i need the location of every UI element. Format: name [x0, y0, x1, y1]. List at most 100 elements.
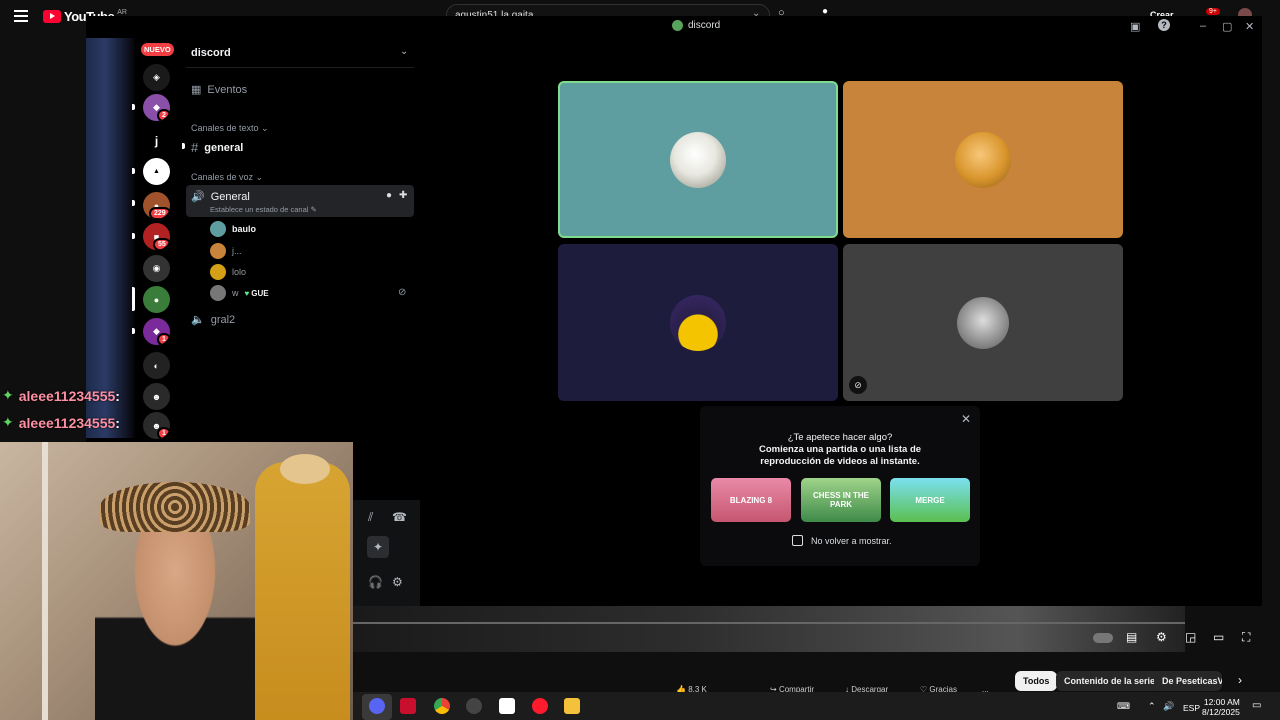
activity-icon[interactable]: ✦ — [367, 536, 389, 558]
events-item[interactable]: ▦ Eventos — [191, 83, 248, 97]
checkbox[interactable] — [792, 535, 803, 546]
notification-badge[interactable]: 9+ — [1206, 8, 1220, 15]
game-chess-in-the-park[interactable]: CHESS IN THE PARK — [801, 478, 881, 522]
disconnect-icon[interactable]: ☎ — [392, 510, 407, 524]
chevron-up-icon[interactable]: ⌃ — [1148, 701, 1156, 712]
capcut-icon[interactable] — [499, 698, 515, 714]
voice-user[interactable]: j... — [210, 243, 242, 259]
server-icon[interactable]: ▲ — [143, 158, 170, 185]
voice-tile[interactable] — [558, 81, 838, 238]
voice-user[interactable]: w ♥ GUE — [210, 285, 269, 301]
voice-user-name: j... — [232, 246, 242, 256]
obs-icon[interactable] — [466, 698, 482, 714]
voice-user-name: w — [232, 288, 239, 298]
menu-icon[interactable] — [14, 10, 28, 22]
door-frame — [42, 442, 48, 720]
chat-separator: : — [115, 414, 120, 431]
chat-username: aleee11234555 — [18, 414, 116, 431]
clock-date: 8/12/2025 — [1202, 707, 1240, 717]
server-icon[interactable]: j — [143, 127, 170, 154]
voice-user[interactable]: baulo — [210, 221, 256, 237]
chip-series[interactable]: Contenido de la serie — [1056, 671, 1164, 691]
volume-icon[interactable]: 🔊 — [1163, 701, 1174, 712]
bandana — [100, 482, 250, 532]
chevron-down-icon[interactable]: ⌄ — [400, 46, 408, 57]
server-name[interactable]: discord — [191, 47, 231, 59]
voice-tile[interactable] — [843, 81, 1123, 238]
close-icon[interactable]: ✕ — [1245, 20, 1254, 33]
server-icon[interactable]: ☻ — [143, 383, 170, 410]
unread-pip — [132, 104, 135, 110]
avatar — [957, 296, 1009, 349]
server-icon[interactable]: ● — [143, 286, 170, 313]
voice-channel-gral2[interactable]: 🔈 gral2 — [191, 313, 235, 327]
gear-icon[interactable]: ⚙ — [1156, 630, 1167, 644]
minimize-icon[interactable]: – — [1200, 20, 1206, 32]
chat-username: aleee11234555 — [18, 387, 116, 404]
chip-all[interactable]: Todos — [1015, 671, 1058, 691]
progress-bar[interactable] — [353, 622, 1185, 624]
gear-icon[interactable]: ⚙ — [392, 575, 403, 589]
miniplayer-icon[interactable]: ◲ — [1185, 630, 1196, 644]
add-user-icon[interactable]: ✚ — [399, 190, 407, 201]
discord-app-icon[interactable] — [369, 698, 385, 714]
voice-user[interactable]: lolo — [210, 264, 246, 280]
chrome-icon[interactable] — [434, 698, 450, 714]
game-merge[interactable]: MERGE — [890, 478, 970, 522]
server-badge: 2 — [157, 109, 170, 121]
fullscreen-icon[interactable]: ⛶ — [1242, 630, 1250, 645]
game-label: CHESS IN THE PARK — [812, 491, 869, 509]
server-icon[interactable]: ☻ 1 — [143, 412, 170, 439]
chat-bubble-icon[interactable]: ● — [386, 190, 392, 201]
help-icon[interactable]: ? — [1158, 19, 1170, 31]
chevron-right-icon[interactable]: › — [1238, 673, 1242, 687]
clock[interactable]: 12:00 AM 8/12/2025 — [1202, 697, 1240, 717]
server-badge: 229 — [149, 207, 170, 219]
subtitles-icon[interactable]: ▤ — [1126, 630, 1137, 644]
window-title-text: discord — [688, 20, 721, 31]
voice-status[interactable]: Establece un estado de canal ✎ — [210, 205, 317, 214]
category-text-channels[interactable]: Canales de texto ⌄ — [191, 123, 269, 134]
server-icon[interactable]: ◐ — [143, 352, 170, 379]
unread-pip — [132, 233, 135, 239]
maximize-icon[interactable]: ▢ — [1222, 20, 1232, 33]
voice-tile[interactable] — [843, 244, 1123, 401]
avatar — [210, 221, 226, 237]
unread-pip — [132, 200, 135, 206]
category-label: Canales de texto — [191, 123, 259, 133]
opera-icon[interactable] — [532, 698, 548, 714]
unread-pip — [182, 143, 185, 149]
server-icon[interactable]: ◆ 2 — [143, 94, 170, 121]
channel-general[interactable]: # general — [191, 140, 243, 155]
server-icon[interactable]: ◆ 1 — [143, 318, 170, 345]
video-player[interactable] — [353, 606, 1185, 652]
noise-suppression-icon[interactable]: ⫽ — [368, 510, 373, 525]
keyboard-icon[interactable]: ⌨ — [1117, 701, 1130, 712]
close-icon[interactable]: ✕ — [961, 412, 971, 426]
inbox-icon[interactable]: ▣ — [1130, 20, 1140, 33]
server-icon[interactable]: ◈ — [143, 64, 170, 91]
category-voice-channels[interactable]: Canales de voz ⌄ — [191, 172, 263, 183]
chip-label: Contenido de la serie — [1064, 676, 1156, 686]
server-icon[interactable]: ● 229 — [143, 192, 170, 219]
voice-status-text: Establece un estado de canal — [210, 205, 309, 214]
events-label: Eventos — [207, 83, 248, 96]
clock-time: 12:00 AM — [1203, 697, 1240, 707]
chat-message: ✦ aleee11234555: — [2, 414, 120, 431]
server-icon[interactable]: ■ 55 — [143, 223, 170, 250]
chip-channel[interactable]: De PeseticasVF — [1154, 671, 1222, 691]
language-indicator[interactable]: ESP — [1183, 703, 1200, 713]
server-icon[interactable]: ◉ — [143, 255, 170, 282]
dont-show-again[interactable]: No volver a mostrar. — [792, 535, 892, 546]
voicemeeter-icon[interactable] — [400, 698, 416, 714]
notification-icon[interactable]: ▭ — [1252, 700, 1261, 711]
voice-tile[interactable] — [558, 244, 838, 401]
chat-separator: : — [115, 387, 120, 404]
autoplay-toggle[interactable] — [1093, 633, 1113, 643]
selected-pip — [132, 287, 135, 311]
file-explorer-icon[interactable] — [564, 698, 580, 714]
game-blazing-8[interactable]: BLAZING 8 — [711, 478, 791, 522]
theater-icon[interactable]: ▭ — [1213, 630, 1224, 644]
game-label: BLAZING 8 — [729, 495, 773, 505]
headphones-icon[interactable]: 🎧 — [368, 575, 383, 589]
